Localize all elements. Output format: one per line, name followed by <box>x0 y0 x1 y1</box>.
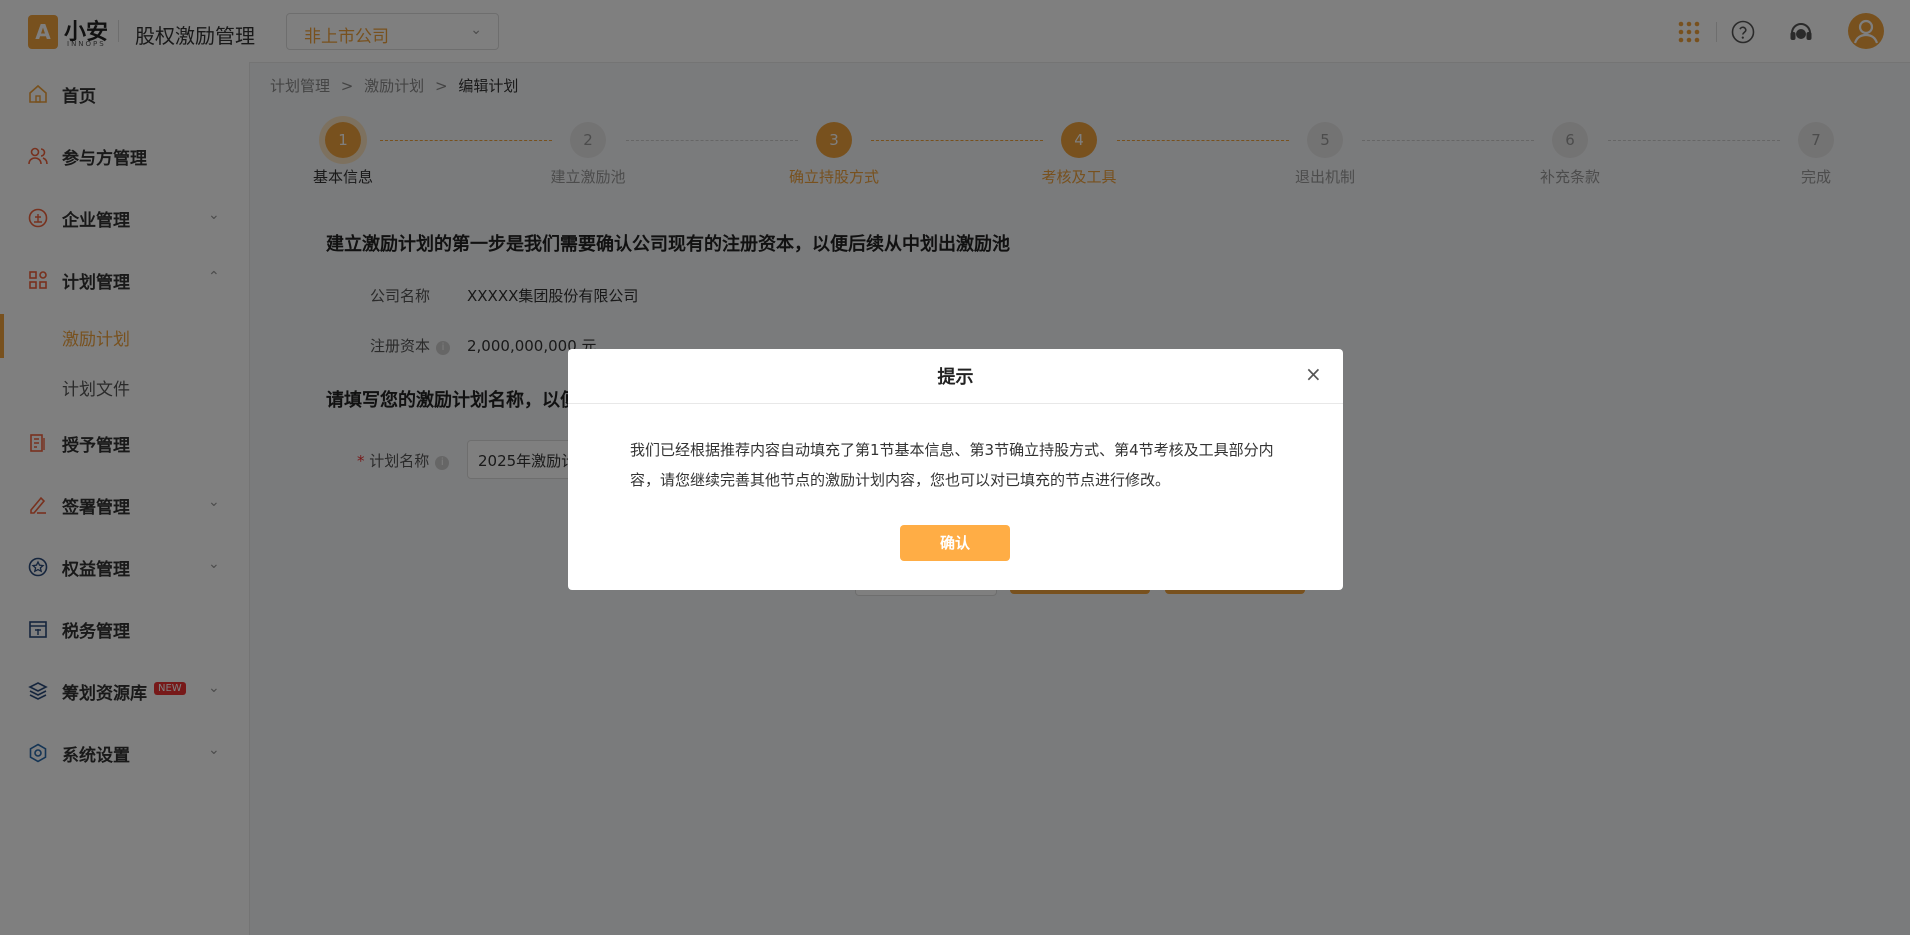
confirm-button[interactable]: 确认 <box>900 525 1010 561</box>
close-icon[interactable]: × <box>1305 362 1322 386</box>
tip-dialog: 提示 × 我们已经根据推荐内容自动填充了第1节基本信息、第3节确立持股方式、第4… <box>568 349 1343 590</box>
dialog-title: 提示 <box>937 367 974 388</box>
dialog-divider <box>568 403 1343 404</box>
dialog-message: 我们已经根据推荐内容自动填充了第1节基本信息、第3节确立持股方式、第4节考核及工… <box>630 441 1274 489</box>
